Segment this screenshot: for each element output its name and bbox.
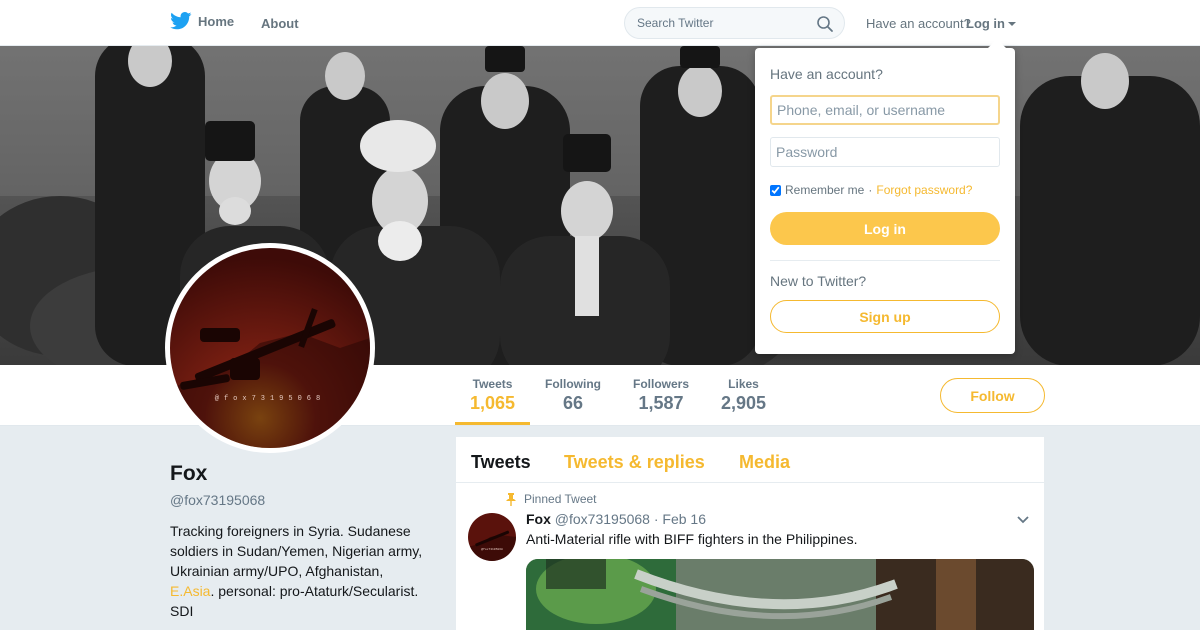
avatar-watermark: @fox73195068: [215, 395, 325, 403]
caret-down-icon: [1008, 22, 1016, 26]
login-dropdown-toggle[interactable]: Log in: [966, 16, 1016, 31]
pinned-tweet-context: Pinned Tweet: [506, 492, 597, 506]
avatar-image: @fox73195068: [170, 248, 370, 448]
profile-description: Tracking foreigners in Syria. Sudanese s…: [170, 521, 430, 621]
profile-name[interactable]: Fox: [170, 462, 430, 486]
tweet-timestamp[interactable]: Feb 16: [662, 511, 706, 527]
stat-tweets-value: 1,065: [470, 393, 516, 413]
timeline: Tweets Tweets & replies Media Pinned Twe…: [456, 437, 1044, 630]
stat-following[interactable]: Following 66: [545, 377, 601, 414]
profile-handle[interactable]: @fox73195068: [170, 492, 430, 508]
bio-hashtag-link[interactable]: E.Asia: [170, 583, 210, 599]
search-input[interactable]: [637, 16, 807, 30]
tweet-avatar-watermark: @fox73195068: [481, 547, 503, 551]
stat-followers-label: Followers: [633, 377, 690, 391]
profile-bio-card: Fox @fox73195068 Tracking foreigners in …: [170, 462, 430, 621]
nav-about-link[interactable]: About: [261, 16, 299, 31]
login-dropdown: Have an account? Remember me · Forgot pa…: [755, 39, 1015, 354]
pinned-tweet-label: Pinned Tweet: [524, 492, 597, 506]
remember-separator: ·: [868, 183, 873, 197]
stat-tweets-label: Tweets: [472, 377, 513, 391]
stat-following-label: Following: [545, 377, 601, 391]
signup-button[interactable]: Sign up: [770, 300, 1000, 333]
stat-likes[interactable]: Likes 2,905: [721, 377, 766, 414]
follow-button[interactable]: Follow: [940, 378, 1045, 413]
stat-followers-value: 1,587: [638, 393, 684, 413]
stat-following-value: 66: [562, 393, 584, 413]
search-icon[interactable]: [816, 15, 834, 33]
tweet-author-handle[interactable]: @fox73195068: [555, 511, 650, 527]
remember-me-label[interactable]: Remember me: [785, 183, 864, 197]
have-account-text: Have an account?: [866, 16, 971, 31]
tweet-avatar-image: @fox73195068: [468, 513, 516, 561]
dropdown-divider: [770, 260, 1000, 261]
tweet-separator: ·: [653, 511, 659, 527]
profile-avatar[interactable]: @fox73195068: [165, 243, 375, 453]
stat-likes-value: 2,905: [721, 393, 767, 413]
tweet-author-avatar[interactable]: @fox73195068: [468, 513, 516, 561]
tweet-text: Anti-Material rifle with BIFF fighters i…: [526, 531, 858, 547]
login-link-label: Log in: [966, 16, 1005, 31]
pin-icon: [506, 492, 516, 506]
chevron-down-icon[interactable]: [1016, 515, 1030, 525]
login-dropdown-title: Have an account?: [770, 66, 883, 82]
login-button[interactable]: Log in: [770, 212, 1000, 245]
tweet-header: Fox @fox73195068 · Feb 16: [526, 511, 706, 527]
tab-tweets[interactable]: Tweets: [471, 452, 531, 473]
nav-home-link[interactable]: Home: [170, 12, 234, 30]
new-to-twitter-text: New to Twitter?: [770, 273, 867, 289]
tab-tweets-replies[interactable]: Tweets & replies: [564, 452, 705, 473]
stat-tweets[interactable]: Tweets 1,065: [454, 377, 531, 425]
search-box: [624, 7, 845, 39]
top-navigation: Home About Have an account? Log in: [0, 0, 1200, 46]
remember-me-row: Remember me · Forgot password?: [770, 183, 972, 197]
twitter-bird-icon: [170, 12, 192, 30]
timeline-tabs: Tweets Tweets & replies Media: [456, 437, 1044, 483]
tab-media[interactable]: Media: [739, 452, 790, 473]
stat-likes-label: Likes: [728, 377, 759, 391]
nav-home-label: Home: [198, 13, 235, 29]
forgot-password-link[interactable]: Forgot password?: [876, 183, 972, 197]
stat-followers[interactable]: Followers 1,587: [633, 377, 689, 414]
password-field[interactable]: [770, 137, 1000, 167]
remember-me-checkbox[interactable]: [770, 184, 781, 196]
username-field[interactable]: [770, 95, 1000, 125]
tweet-photo-image: [526, 559, 1034, 630]
tweet-author-name[interactable]: Fox: [526, 511, 551, 527]
bio-text-start: Tracking foreigners in Syria. Sudanese s…: [170, 523, 423, 579]
tweet-media-photo[interactable]: [526, 559, 1034, 630]
